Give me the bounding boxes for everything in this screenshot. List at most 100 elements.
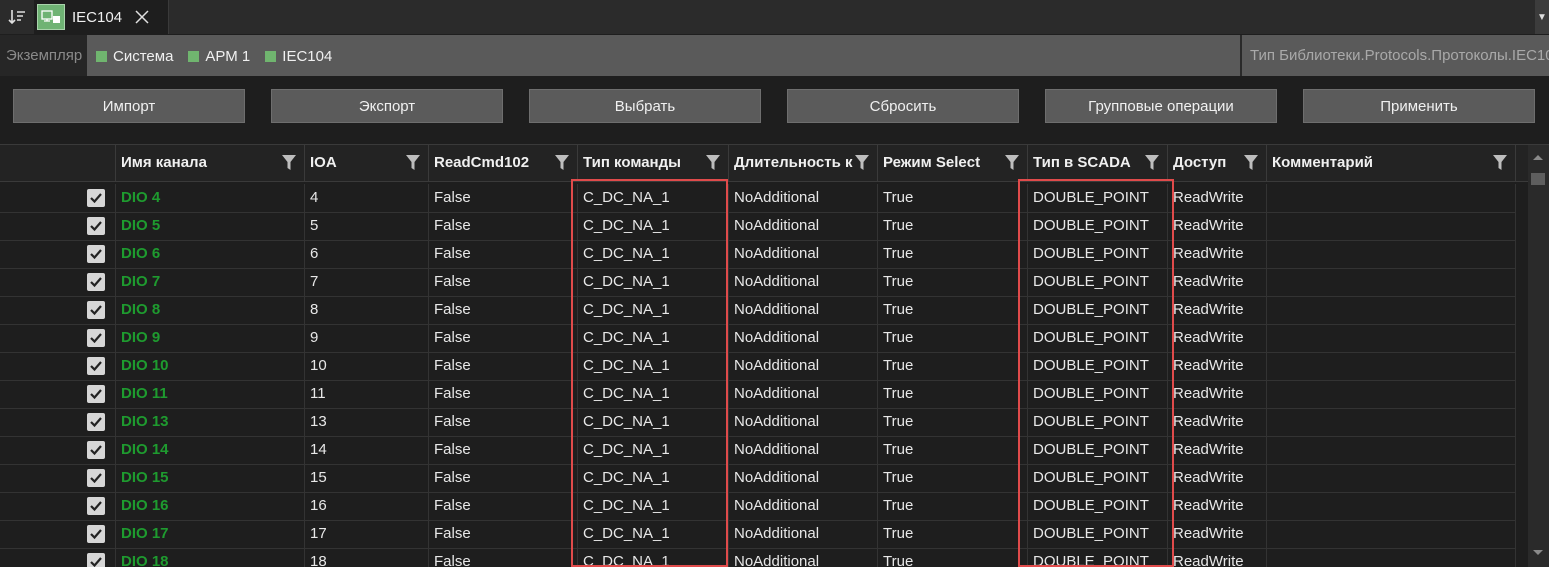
cell-select[interactable]: True xyxy=(878,324,1028,352)
cell-comment[interactable] xyxy=(1267,240,1516,268)
cell-readcmd[interactable]: False xyxy=(429,436,578,464)
cell-select[interactable]: True xyxy=(878,296,1028,324)
cell-ioa[interactable]: 15 xyxy=(305,464,429,492)
row-checkbox[interactable] xyxy=(87,329,105,347)
cell-select[interactable]: True xyxy=(878,268,1028,296)
column-header[interactable]: Тип в SCADA xyxy=(1028,145,1168,181)
cell-readcmd[interactable]: False xyxy=(429,520,578,548)
table-row[interactable]: DIO 5 5 False C_DC_NA_1 NoAdditional True DOUB… xyxy=(0,212,1516,241)
cell-scada[interactable]: DOUBLE_POINT xyxy=(1028,212,1168,240)
cell-cmdtype[interactable]: C_DC_NA_1 xyxy=(578,324,729,352)
cell-comment[interactable] xyxy=(1267,436,1516,464)
cell-ioa[interactable]: 10 xyxy=(305,352,429,380)
column-header[interactable]: Тип команды xyxy=(578,145,729,181)
cell-cmdtype[interactable]: C_DC_NA_1 xyxy=(578,464,729,492)
cell-cmdtype[interactable]: C_DC_NA_1 xyxy=(578,548,729,567)
column-header[interactable]: Доступ xyxy=(1168,145,1267,181)
cell-comment[interactable] xyxy=(1267,296,1516,324)
cell-select[interactable]: True xyxy=(878,212,1028,240)
table-row[interactable]: DIO 8 8 False C_DC_NA_1 NoAdditional True DOUB… xyxy=(0,296,1516,325)
cell-access[interactable]: ReadWrite xyxy=(1168,492,1267,520)
cell-readcmd[interactable]: False xyxy=(429,184,578,212)
cell-ioa[interactable]: 9 xyxy=(305,324,429,352)
tab-overflow-chevron-icon[interactable]: ▼ xyxy=(1535,0,1549,34)
table-row[interactable]: DIO 18 18 False C_DC_NA_1 NoAdditional True DO… xyxy=(0,548,1516,567)
table-row[interactable]: DIO 14 14 False C_DC_NA_1 NoAdditional True DO… xyxy=(0,436,1516,465)
cell-scada[interactable]: DOUBLE_POINT xyxy=(1028,408,1168,436)
cell-scada[interactable]: DOUBLE_POINT xyxy=(1028,380,1168,408)
row-checkbox[interactable] xyxy=(87,189,105,207)
cell-readcmd[interactable]: False xyxy=(429,548,578,567)
column-header[interactable]: Комментарий xyxy=(1267,145,1516,181)
cell-duration[interactable]: NoAdditional xyxy=(729,240,878,268)
cell-duration[interactable]: NoAdditional xyxy=(729,548,878,567)
row-checkbox[interactable] xyxy=(87,441,105,459)
cell-comment[interactable] xyxy=(1267,520,1516,548)
cell-cmdtype[interactable]: C_DC_NA_1 xyxy=(578,184,729,212)
cell-cmdtype[interactable]: C_DC_NA_1 xyxy=(578,268,729,296)
cell-name[interactable]: DIO 14 xyxy=(116,436,305,464)
cell-scada[interactable]: DOUBLE_POINT xyxy=(1028,548,1168,567)
cell-readcmd[interactable]: False xyxy=(429,492,578,520)
cell-comment[interactable] xyxy=(1267,548,1516,567)
cell-select[interactable]: True xyxy=(878,436,1028,464)
cell-readcmd[interactable]: False xyxy=(429,268,578,296)
cell-duration[interactable]: NoAdditional xyxy=(729,520,878,548)
row-checkbox[interactable] xyxy=(87,469,105,487)
cell-ioa[interactable]: 18 xyxy=(305,548,429,567)
cell-readcmd[interactable]: False xyxy=(429,324,578,352)
cell-name[interactable]: DIO 13 xyxy=(116,408,305,436)
cell-comment[interactable] xyxy=(1267,352,1516,380)
row-checkbox[interactable] xyxy=(87,553,105,567)
cell-scada[interactable]: DOUBLE_POINT xyxy=(1028,184,1168,212)
vertical-scrollbar[interactable] xyxy=(1528,145,1549,567)
cell-select[interactable]: True xyxy=(878,240,1028,268)
cell-cmdtype[interactable]: C_DC_NA_1 xyxy=(578,296,729,324)
cell-readcmd[interactable]: False xyxy=(429,408,578,436)
filter-icon[interactable] xyxy=(1244,155,1258,171)
sort-icon[interactable] xyxy=(2,3,32,31)
tab-iec104[interactable]: IEC104 xyxy=(34,0,169,34)
cell-select[interactable]: True xyxy=(878,464,1028,492)
cell-ioa[interactable]: 8 xyxy=(305,296,429,324)
scroll-down-icon[interactable] xyxy=(1532,549,1544,557)
column-header[interactable]: ReadCmd102 xyxy=(429,145,578,181)
group-operations-button[interactable]: Групповые операции xyxy=(1045,89,1277,123)
filter-icon[interactable] xyxy=(555,155,569,171)
close-icon[interactable] xyxy=(134,9,150,25)
row-checkbox[interactable] xyxy=(87,525,105,543)
cell-select[interactable]: True xyxy=(878,408,1028,436)
filter-icon[interactable] xyxy=(1493,155,1507,171)
import-button[interactable]: Импорт xyxy=(13,89,245,123)
cell-access[interactable]: ReadWrite xyxy=(1168,352,1267,380)
cell-ioa[interactable]: 7 xyxy=(305,268,429,296)
cell-name[interactable]: DIO 9 xyxy=(116,324,305,352)
cell-ioa[interactable]: 11 xyxy=(305,380,429,408)
cell-comment[interactable] xyxy=(1267,268,1516,296)
cell-ioa[interactable]: 4 xyxy=(305,184,429,212)
scroll-up-icon[interactable] xyxy=(1532,153,1544,161)
cell-select[interactable]: True xyxy=(878,352,1028,380)
cell-scada[interactable]: DOUBLE_POINT xyxy=(1028,324,1168,352)
column-header[interactable]: Режим Select xyxy=(878,145,1028,181)
scrollbar-thumb[interactable] xyxy=(1531,173,1545,185)
breadcrumb-item-arm1[interactable]: АРМ 1 xyxy=(179,48,250,65)
cell-cmdtype[interactable]: C_DC_NA_1 xyxy=(578,380,729,408)
cell-name[interactable]: DIO 16 xyxy=(116,492,305,520)
cell-access[interactable]: ReadWrite xyxy=(1168,408,1267,436)
cell-select[interactable]: True xyxy=(878,548,1028,567)
cell-name[interactable]: DIO 5 xyxy=(116,212,305,240)
cell-name[interactable]: DIO 15 xyxy=(116,464,305,492)
cell-duration[interactable]: NoAdditional xyxy=(729,380,878,408)
cell-access[interactable]: ReadWrite xyxy=(1168,436,1267,464)
cell-cmdtype[interactable]: C_DC_NA_1 xyxy=(578,212,729,240)
cell-access[interactable]: ReadWrite xyxy=(1168,240,1267,268)
cell-ioa[interactable]: 13 xyxy=(305,408,429,436)
row-checkbox[interactable] xyxy=(87,497,105,515)
cell-scada[interactable]: DOUBLE_POINT xyxy=(1028,352,1168,380)
row-checkbox[interactable] xyxy=(87,273,105,291)
cell-scada[interactable]: DOUBLE_POINT xyxy=(1028,436,1168,464)
cell-cmdtype[interactable]: C_DC_NA_1 xyxy=(578,520,729,548)
cell-access[interactable]: ReadWrite xyxy=(1168,268,1267,296)
cell-access[interactable]: ReadWrite xyxy=(1168,212,1267,240)
